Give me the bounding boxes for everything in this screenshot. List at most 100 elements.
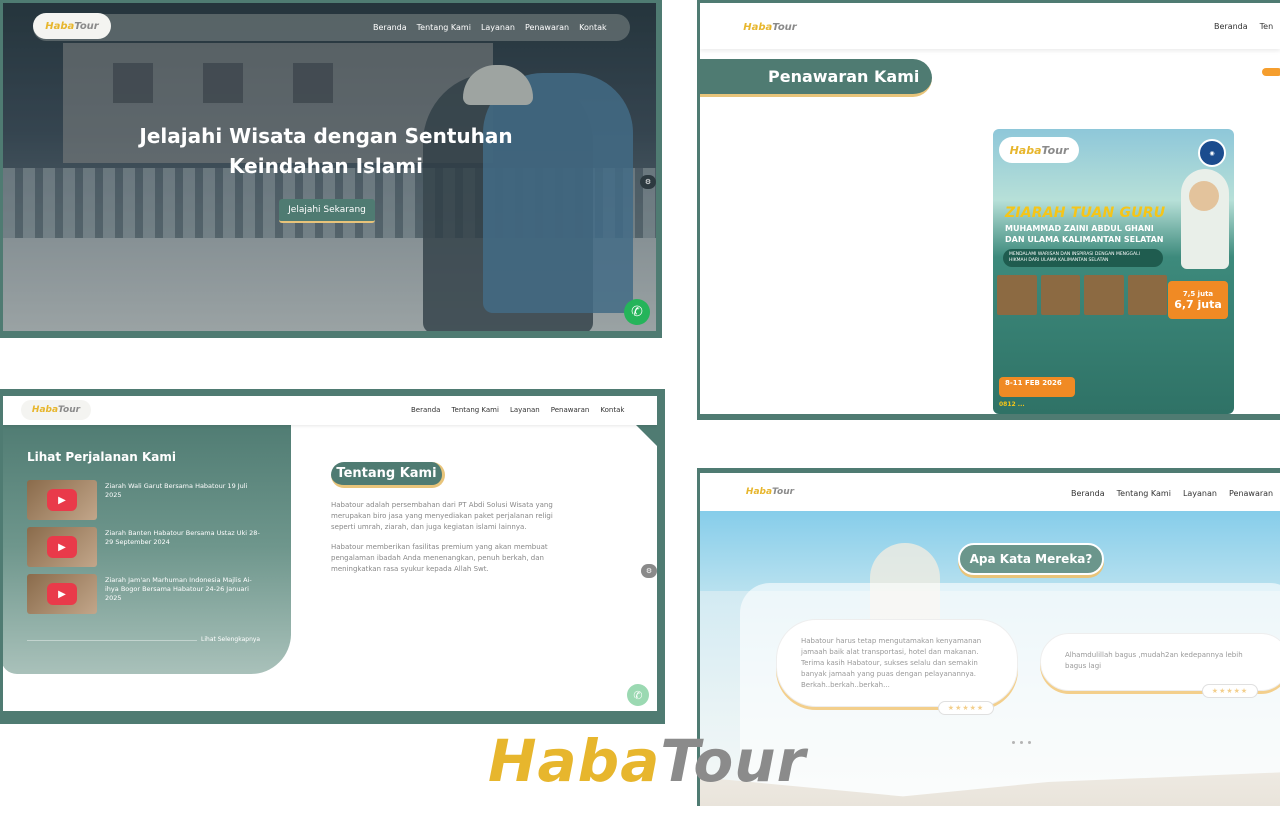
- logo-haba-text: Haba: [45, 20, 75, 32]
- nav-item-penawaran[interactable]: Penawaran: [1229, 489, 1273, 498]
- rating-stars: ★★★★★: [1202, 684, 1258, 698]
- journeys-title: Lihat Perjalanan Kami: [27, 450, 176, 464]
- carousel-dot[interactable]: [1020, 741, 1023, 744]
- play-icon[interactable]: ▶: [47, 489, 77, 511]
- offers-nav-menu: Beranda Ten: [1214, 22, 1273, 31]
- logo-haba-text: Haba: [743, 21, 773, 33]
- offers-title: Penawaran Kami: [700, 59, 932, 97]
- about-logo[interactable]: Haba Tour: [21, 400, 91, 420]
- nav-item-beranda[interactable]: Beranda: [1071, 489, 1105, 498]
- poster-phone: 0812 ...: [999, 401, 1025, 408]
- explore-now-button[interactable]: Jelajahi Sekarang: [279, 199, 375, 223]
- about-nav-menu: Beranda Tentang Kami Layanan Penawaran K…: [411, 406, 624, 414]
- hero-nav-menu: Beranda Tentang Kami Layanan Penawaran K…: [373, 23, 607, 32]
- divider: [27, 640, 197, 641]
- poster-photo: [1040, 275, 1080, 315]
- hero-title: Jelajahi Wisata dengan Sentuhan Keindaha…: [103, 121, 549, 181]
- play-icon[interactable]: ▶: [47, 583, 77, 605]
- hero-screenshot: Haba Tour Beranda Tentang Kami Layanan Pe…: [0, 0, 662, 338]
- poster-photo: [997, 275, 1037, 315]
- video-item[interactable]: ▶ Ziarah Banten Habatour Bersama Ustaz U…: [27, 527, 263, 567]
- logo-haba-text: Haba: [1009, 143, 1042, 157]
- nav-item-layanan[interactable]: Layanan: [481, 23, 515, 32]
- carousel-dot[interactable]: [1028, 741, 1031, 744]
- video-item[interactable]: ▶ Ziarah Jam'an Marhuman Indonesia Majli…: [27, 574, 263, 614]
- video-title: Ziarah Jam'an Marhuman Indonesia Majlis …: [105, 576, 252, 602]
- carousel-indicator[interactable]: [1262, 68, 1280, 76]
- nav-item-penawaran[interactable]: Penawaran: [525, 23, 569, 32]
- nav-item-tentang-kami[interactable]: Tentang Kami: [417, 23, 471, 32]
- video-title: Ziarah Wali Garut Bersama Habatour 19 Ju…: [105, 482, 248, 499]
- hero-section: Haba Tour Beranda Tentang Kami Layanan Pe…: [3, 3, 656, 331]
- video-title: Ziarah Banten Habatour Bersama Ustaz Uki…: [105, 529, 260, 546]
- poster-photo: [1084, 275, 1124, 315]
- poster-badge-icon: ◉: [1198, 139, 1226, 167]
- about-paragraph-2: Habatour memberikan fasilitas premium ya…: [331, 543, 548, 573]
- logo-tour-text: Tour: [58, 405, 81, 415]
- play-icon[interactable]: ▶: [47, 536, 77, 558]
- nav-item-beranda[interactable]: Beranda: [411, 406, 440, 414]
- testimonial-text: Alhamdulillah bagus ,mudah2an kedepannya…: [1065, 651, 1243, 670]
- poster-phone-value: 0812 ...: [999, 401, 1025, 408]
- testimonials-nav-menu: Beranda Tentang Kami Layanan Penawaran: [1071, 489, 1273, 498]
- poster-date: 8-11 FEB 2026: [999, 377, 1075, 397]
- rating-stars: ★★★★★: [938, 701, 994, 715]
- carousel-dots[interactable]: [1012, 741, 1031, 744]
- poster-subtitle: MUHAMMAD ZAINI ABDUL GHANI DAN ULAMA KAL…: [1005, 223, 1175, 245]
- testimonial-card: Habatour harus tetap mengutamakan kenyam…: [776, 619, 1018, 707]
- whatsapp-icon[interactable]: ✆: [627, 684, 649, 706]
- poster-tagline: MENDALAMI WARISAN DAN INSPIRASI DENGAN M…: [1003, 249, 1163, 267]
- nav-item-layanan[interactable]: Layanan: [510, 406, 540, 414]
- offer-poster[interactable]: Haba Tour ◉ ZIARAH TUAN GURU MUHAMMAD ZAI…: [993, 129, 1234, 414]
- poster-photo-grid: [997, 275, 1167, 315]
- accessibility-icon[interactable]: ⚙: [641, 564, 657, 578]
- testimonials-header: Haba Tour Beranda Tentang Kami Layanan Pe…: [700, 473, 1280, 511]
- testimonial-card: Alhamdulillah bagus ,mudah2an kedepannya…: [1040, 633, 1280, 691]
- nav-item-beranda[interactable]: Beranda: [1214, 22, 1248, 31]
- offers-screenshot: Haba Tour Beranda Ten Penawaran Kami Haba…: [697, 0, 1280, 420]
- nav-item-layanan[interactable]: Layanan: [1183, 489, 1217, 498]
- logo-haba-text: Haba: [31, 405, 59, 415]
- nav-item-kontak[interactable]: Kontak: [579, 23, 606, 32]
- poster-subtitle-line1: MUHAMMAD ZAINI ABDUL GHANI: [1005, 224, 1154, 233]
- poster-photo: [1127, 275, 1167, 315]
- decorative-corner: [635, 424, 657, 446]
- poster-price: 7,5 juta 6,7 juta: [1168, 281, 1228, 319]
- hero-logo[interactable]: Haba Tour: [33, 13, 111, 39]
- whatsapp-icon[interactable]: ✆: [624, 299, 650, 325]
- about-section: Haba Tour Beranda Tentang Kami Layanan Pe…: [3, 396, 657, 711]
- nav-item-tentang-kami[interactable]: Tentang Kami: [1117, 489, 1171, 498]
- offers-section: Haba Tour Beranda Ten Penawaran Kami Haba…: [700, 3, 1280, 414]
- habatour-logo: HabaTour: [488, 726, 806, 796]
- nav-item-beranda[interactable]: Beranda: [373, 23, 407, 32]
- nav-item-tentang-kami[interactable]: Tentang Kami: [451, 406, 499, 414]
- carousel-dot[interactable]: [1012, 741, 1015, 744]
- poster-price-old: 7,5 juta: [1182, 290, 1214, 298]
- nav-item-penawaran[interactable]: Penawaran: [551, 406, 590, 414]
- poster-price-new: 6,7 juta: [1174, 298, 1222, 311]
- testimonials-title: Apa Kata Mereka?: [958, 543, 1104, 575]
- poster-scholar-face: [1189, 181, 1219, 211]
- logo-tour-text: Tour: [1041, 143, 1069, 157]
- poster-subtitle-line2: DAN ULAMA KALIMANTAN SELATAN: [1005, 235, 1164, 244]
- poster-title: ZIARAH TUAN GURU: [1005, 205, 1166, 221]
- nav-item-tentang-kami[interactable]: Ten: [1260, 22, 1274, 31]
- logo-tour-text: Tour: [772, 487, 795, 497]
- offers-logo[interactable]: Haba Tour: [730, 15, 810, 39]
- testimonials-logo[interactable]: Haba Tour: [730, 481, 810, 503]
- poster-logo: Haba Tour: [999, 137, 1079, 163]
- logo-tour-text: Tour: [660, 727, 807, 795]
- poster-date-value: 8-11 FEB 2026: [1005, 379, 1062, 387]
- about-title: Tentang Kami: [331, 462, 445, 488]
- nav-item-kontak[interactable]: Kontak: [600, 406, 624, 414]
- poster-itinerary-list: [999, 325, 1169, 375]
- hero-title-line2: Keindahan Islami: [229, 154, 423, 178]
- accessibility-icon[interactable]: ⚙: [640, 175, 656, 189]
- logo-haba-text: Haba: [488, 727, 661, 795]
- logo-tour-text: Tour: [74, 20, 99, 32]
- about-header: Haba Tour Beranda Tentang Kami Layanan Pe…: [3, 396, 657, 425]
- testimonial-text: Habatour harus tetap mengutamakan kenyam…: [801, 637, 982, 689]
- logo-haba-text: Haba: [745, 487, 773, 497]
- video-item[interactable]: ▶ Ziarah Wali Garut Bersama Habatour 19 …: [27, 480, 263, 520]
- see-more-link[interactable]: Lihat Selengkapnya: [201, 636, 260, 643]
